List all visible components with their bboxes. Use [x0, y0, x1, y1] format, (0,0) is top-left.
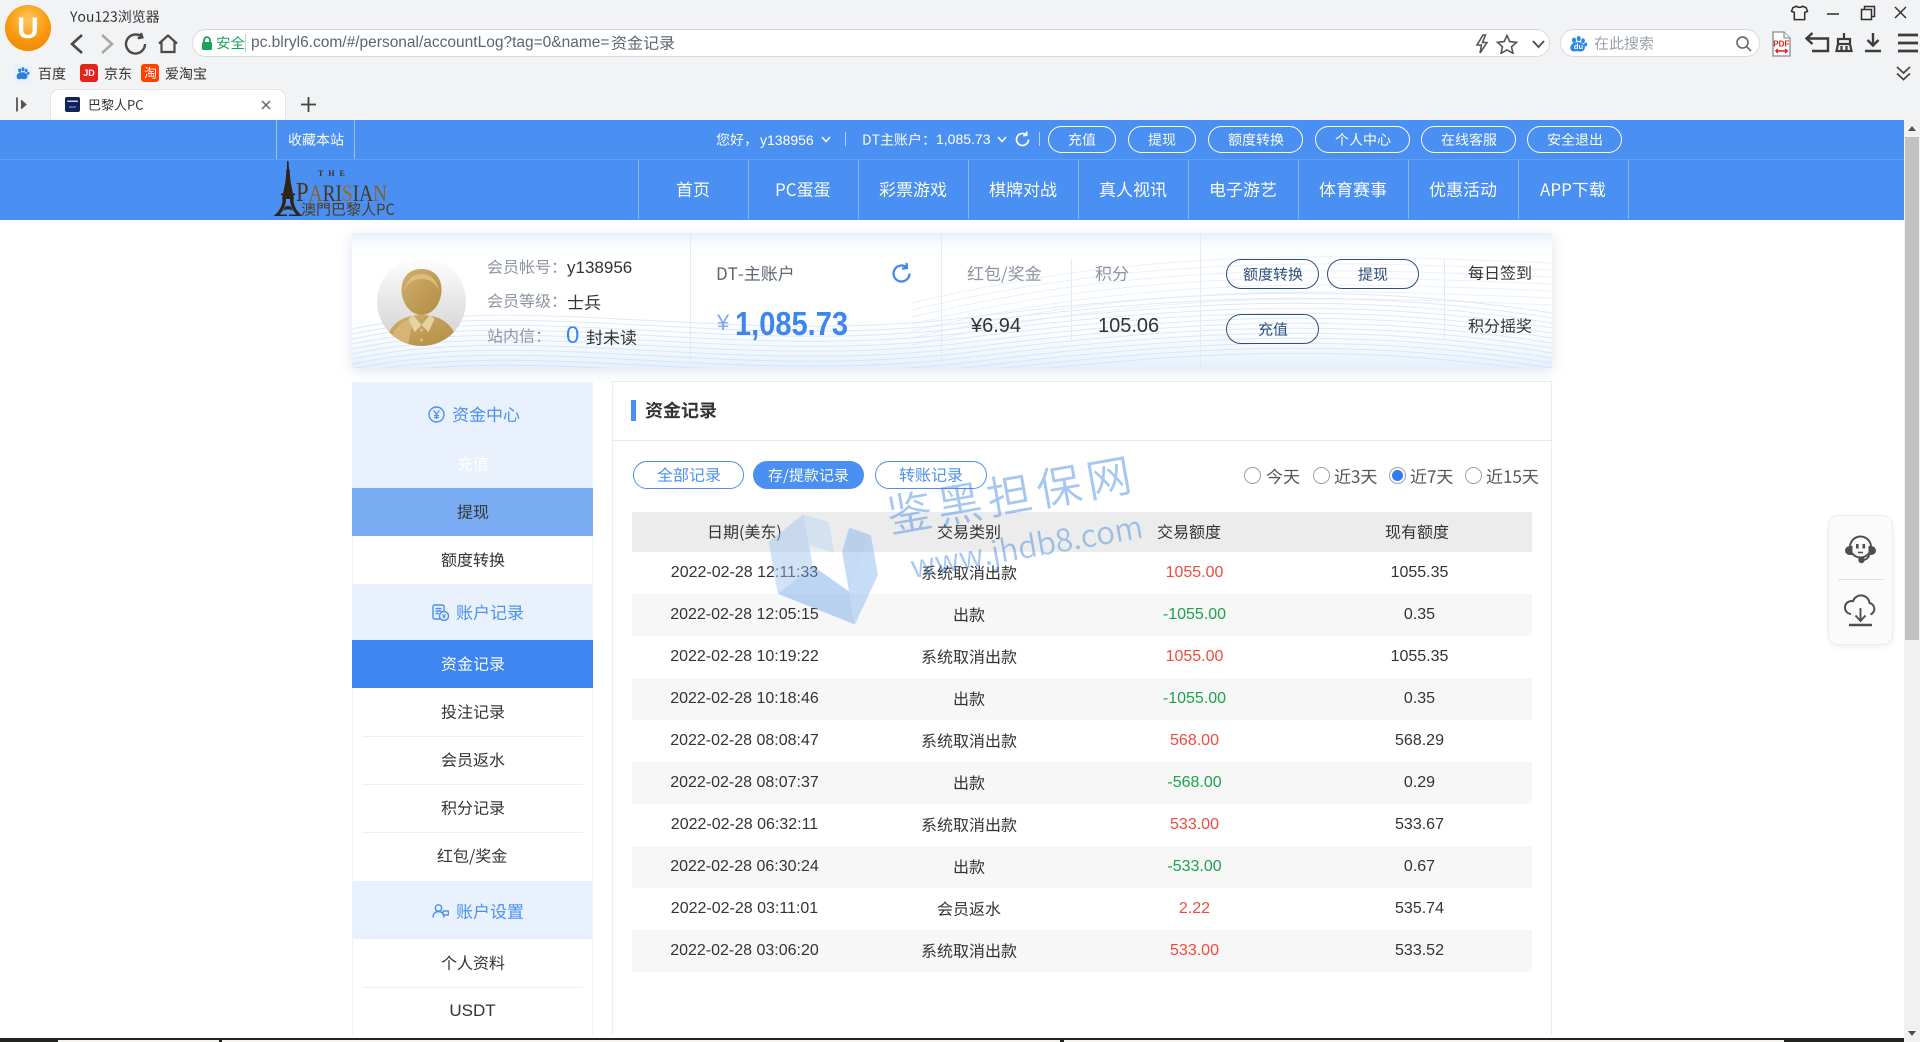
svg-text:U: U: [17, 12, 39, 45]
svg-text:PDF: PDF: [1773, 40, 1789, 49]
svg-text:du: du: [1574, 42, 1584, 51]
